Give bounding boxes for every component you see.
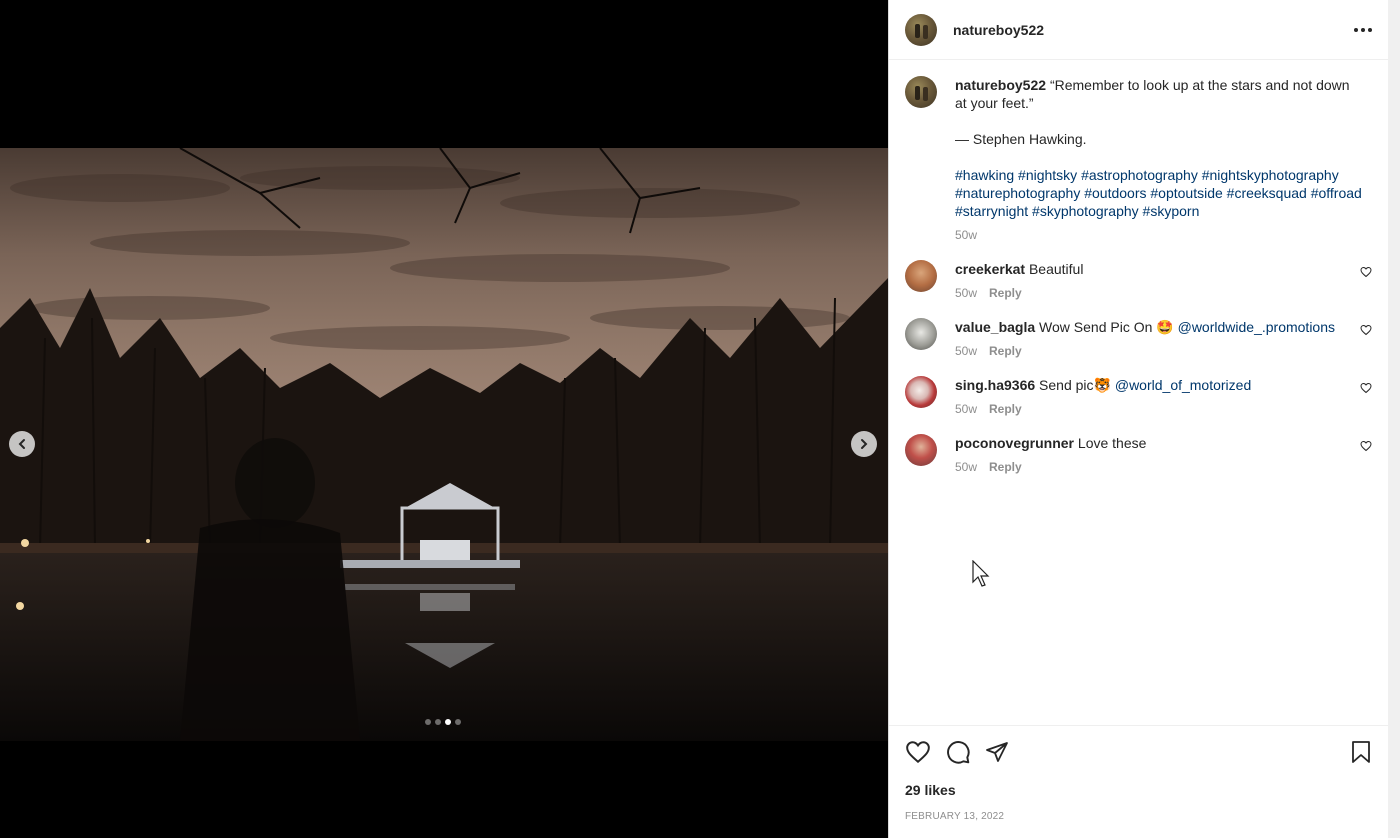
post-author-username[interactable]: natureboy522 [953, 22, 1044, 38]
reply-button[interactable]: Reply [989, 402, 1022, 416]
avatar[interactable] [905, 318, 937, 350]
carousel-dot [455, 719, 461, 725]
caption-author: — Stephen Hawking. [955, 131, 1087, 147]
likes-count[interactable]: 29 likes [905, 782, 1372, 798]
carousel-next-button[interactable] [851, 431, 877, 457]
comment-item: sing.ha9366 Send pic🐯 @world_of_motorize… [905, 376, 1372, 418]
comment-button[interactable] [945, 739, 971, 765]
comment-mention[interactable]: @worldwide_.promotions [1178, 319, 1335, 335]
like-button[interactable] [905, 739, 931, 765]
post-date: FEBRUARY 13, 2022 [905, 811, 1005, 822]
comment-username[interactable]: value_bagla [955, 319, 1035, 335]
carousel-dot-active [445, 719, 451, 725]
comment-text: Wow Send Pic On 🤩 [1039, 319, 1174, 335]
post-actions: 29 likes FEBRUARY 13, 2022 [889, 725, 1388, 822]
comment-text: Send pic🐯 [1039, 377, 1111, 393]
reply-button[interactable]: Reply [989, 460, 1022, 474]
avatar[interactable] [905, 13, 937, 46]
carousel-indicator [425, 719, 461, 725]
more-horizontal-icon [1354, 27, 1358, 32]
avatar[interactable] [905, 434, 937, 466]
comments-list[interactable]: natureboy522 “Remember to look up at the… [889, 60, 1388, 476]
post-side-panel: natureboy522 natureboy522 “Remember to l… [888, 0, 1388, 838]
comment-icon [947, 741, 970, 764]
caption: natureboy522 “Remember to look up at the… [905, 76, 1372, 244]
heart-icon[interactable] [1360, 324, 1372, 336]
heart-icon[interactable] [1360, 382, 1372, 394]
caption-username[interactable]: natureboy522 [955, 77, 1046, 93]
caption-timestamp: 50w [955, 228, 978, 242]
carousel-dot [425, 719, 431, 725]
comment-item: value_bagla Wow Send Pic On 🤩 @worldwide… [905, 318, 1372, 360]
comment-mention[interactable]: @world_of_motorized [1115, 377, 1251, 393]
avatar[interactable] [905, 76, 937, 108]
comment-timestamp: 50w [955, 286, 978, 300]
avatar[interactable] [905, 260, 937, 292]
comment-item: creekerkat Beautiful 50w Reply [905, 260, 1372, 302]
post-header: natureboy522 [889, 0, 1388, 60]
reply-button[interactable]: Reply [989, 344, 1022, 358]
post-media-area [0, 0, 888, 838]
send-icon [986, 742, 1008, 762]
share-button[interactable] [985, 740, 1009, 764]
comment-username[interactable]: sing.ha9366 [955, 377, 1035, 393]
reply-button[interactable]: Reply [989, 286, 1022, 300]
heart-icon [906, 741, 930, 764]
comment-text: Beautiful [1028, 261, 1084, 277]
carousel-dot [435, 719, 441, 725]
heart-icon[interactable] [1360, 440, 1372, 452]
comment-timestamp: 50w [955, 402, 978, 416]
carousel-prev-button[interactable] [9, 431, 35, 457]
avatar[interactable] [905, 376, 937, 408]
scrollbar[interactable] [1388, 0, 1400, 838]
comment-text: Love these [1077, 435, 1147, 451]
night-lake-scene [0, 148, 888, 741]
comment-timestamp: 50w [955, 460, 978, 474]
heart-icon[interactable] [1360, 266, 1372, 278]
chevron-right-icon [861, 439, 868, 449]
post-photo[interactable] [0, 148, 888, 741]
bookmark-icon [1352, 741, 1370, 763]
comment-username[interactable]: creekerkat [955, 261, 1025, 277]
mouse-cursor-icon [972, 560, 990, 587]
save-button[interactable] [1350, 740, 1372, 764]
chevron-left-icon [18, 439, 25, 449]
comment-username[interactable]: poconovegrunner [955, 435, 1074, 451]
comment-timestamp: 50w [955, 344, 978, 358]
more-options-button[interactable] [1354, 27, 1372, 32]
caption-hashtags[interactable]: #hawking #nightsky #astrophotography #ni… [955, 166, 1364, 220]
comment-item: poconovegrunner Love these 50w Reply [905, 434, 1372, 476]
